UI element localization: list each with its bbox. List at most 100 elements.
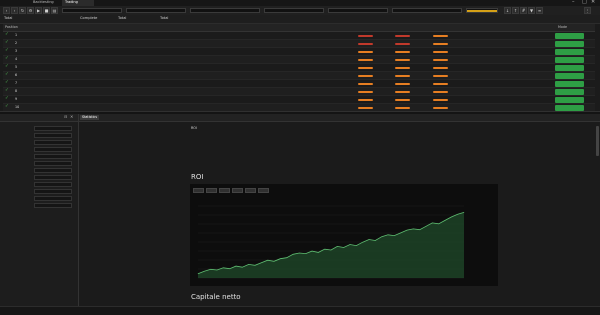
range-button[interactable] (219, 188, 230, 193)
roi-point (318, 252, 319, 253)
metric-bar (433, 35, 448, 37)
refresh-icon[interactable]: ↻ (19, 7, 26, 14)
parameter-input[interactable] (34, 175, 72, 180)
stat-label: ROI (191, 126, 197, 130)
summary-item-3: Total (160, 16, 169, 20)
tab-3[interactable] (117, 115, 121, 120)
range-button[interactable] (193, 188, 204, 193)
col-header[interactable]: Position (5, 25, 18, 29)
check-icon[interactable]: ✓ (5, 48, 11, 54)
metric-bar (433, 107, 448, 109)
forward-icon[interactable]: › (11, 7, 18, 14)
check-icon[interactable]: ✓ (5, 88, 11, 94)
minimize-icon[interactable]: – (572, 0, 575, 5)
search-input[interactable] (62, 8, 122, 13)
mode-button[interactable] (555, 73, 584, 79)
settings-icon[interactable]: ⚙ (27, 7, 34, 14)
upload-icon[interactable]: ↑ (512, 7, 519, 14)
mode-button[interactable] (555, 89, 584, 95)
metric-bar (395, 35, 410, 37)
details-scrollbar[interactable] (596, 126, 599, 156)
filter-icon[interactable]: ▼ (528, 7, 535, 14)
table-row[interactable]: ✓ 9 (3, 96, 595, 104)
parameter-input[interactable] (34, 161, 72, 166)
parameter-input[interactable] (34, 126, 72, 131)
strategy-input[interactable] (392, 8, 462, 13)
range-button[interactable] (232, 188, 243, 193)
table-row[interactable]: ✓ 4 (3, 56, 595, 64)
grid-icon[interactable]: # (520, 7, 527, 14)
mode-button[interactable] (555, 65, 584, 71)
table-row[interactable]: ✓ 1 (3, 32, 595, 40)
parameter-input[interactable] (34, 154, 72, 159)
parameter-input[interactable] (34, 147, 72, 152)
check-icon[interactable]: ✓ (5, 56, 11, 62)
table-row[interactable]: ✓ 5 (3, 64, 595, 72)
filter-input[interactable] (126, 8, 186, 13)
check-icon[interactable]: ✓ (5, 64, 11, 70)
list-icon[interactable]: ≡ (536, 7, 543, 14)
roi-point (438, 223, 439, 225)
parameter-input[interactable] (34, 182, 72, 187)
tab-4[interactable] (135, 115, 139, 120)
mode-button[interactable] (555, 81, 584, 87)
back-icon[interactable]: ‹ (3, 7, 10, 14)
check-icon[interactable]: ✓ (5, 72, 11, 78)
parameter-row (4, 140, 76, 145)
menu-icon[interactable]: ⋮ (584, 7, 591, 14)
parameter-input[interactable] (34, 168, 72, 173)
summary-item-0: Total (4, 16, 13, 20)
roi-point (261, 262, 262, 264)
tab-2[interactable] (101, 115, 105, 120)
parameter-row (4, 189, 76, 194)
tab-statistics[interactable]: Statistics (80, 115, 100, 120)
mode-button[interactable] (555, 41, 584, 47)
metric-bar (433, 91, 448, 93)
roi-point (444, 220, 446, 221)
symbol-input[interactable] (190, 8, 260, 13)
cell-id: 8 (15, 89, 18, 93)
parameter-input[interactable] (34, 189, 72, 194)
period-input[interactable] (264, 8, 324, 13)
table-row[interactable]: ✓ 2 (3, 40, 595, 48)
mode-button[interactable] (555, 57, 584, 63)
range-button[interactable] (258, 188, 269, 193)
mode-button[interactable] (555, 49, 584, 55)
check-icon[interactable]: ✓ (5, 40, 11, 46)
play-icon[interactable]: ▶ (35, 7, 42, 14)
details-tabs: Statistics (79, 114, 600, 122)
close-icon[interactable]: ✕ (591, 0, 595, 5)
table-row[interactable]: ✓ 8 (3, 88, 595, 96)
check-icon[interactable]: ✓ (5, 96, 11, 102)
date-input[interactable] (328, 8, 388, 13)
metric-bar (395, 75, 410, 77)
summary-item-2: Total (118, 16, 127, 20)
check-icon[interactable]: ✓ (5, 80, 11, 86)
stop-icon[interactable]: ■ (43, 7, 50, 14)
cell-id: 3 (15, 49, 18, 53)
pin-icon[interactable]: ⊟ (64, 115, 67, 119)
check-icon[interactable]: ✓ (5, 104, 11, 110)
maximize-icon[interactable]: □ (582, 0, 587, 5)
table-row[interactable]: ✓ 6 (3, 72, 595, 80)
parameter-input[interactable] (34, 203, 72, 208)
download-icon[interactable]: ↓ (504, 7, 511, 14)
roi-point (463, 212, 465, 213)
parameter-input[interactable] (34, 196, 72, 201)
range-button[interactable] (245, 188, 256, 193)
table-row[interactable]: ✓ 7 (3, 80, 595, 88)
mode-button[interactable] (555, 97, 584, 103)
table-row[interactable]: ✓ 3 (3, 48, 595, 56)
chart-icon[interactable]: ▤ (51, 7, 58, 14)
mode-button[interactable] (555, 33, 584, 39)
check-icon[interactable]: ✓ (5, 32, 11, 38)
parameter-row (4, 154, 76, 159)
metric-bar (395, 107, 410, 109)
col-header[interactable]: Mode (558, 25, 567, 29)
table-header: Position Mode (3, 24, 595, 32)
parameter-input[interactable] (34, 133, 72, 138)
range-button[interactable] (206, 188, 217, 193)
close-panel-icon[interactable]: ✕ (70, 115, 73, 119)
parameter-input[interactable] (34, 140, 72, 145)
roi-point (419, 229, 420, 230)
